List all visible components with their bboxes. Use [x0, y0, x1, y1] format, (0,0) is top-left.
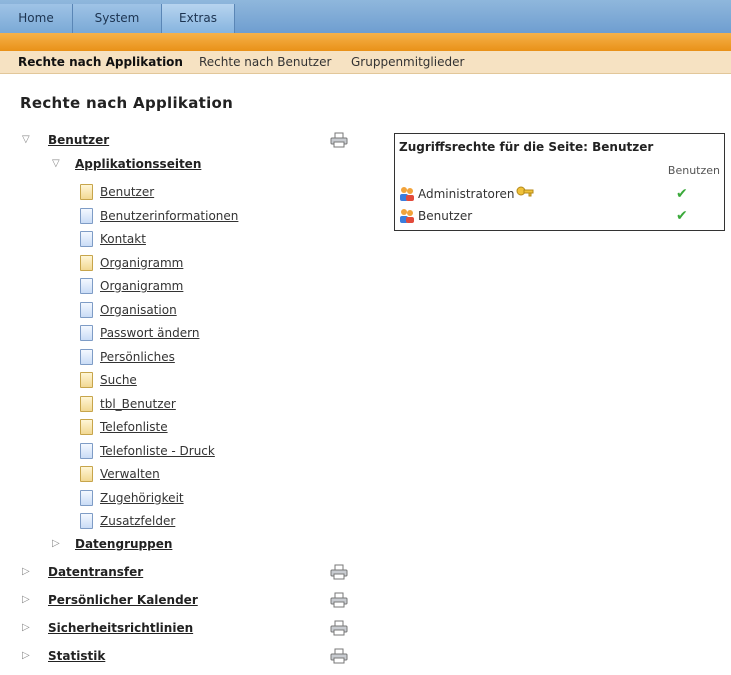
printer-icon[interactable] — [330, 648, 348, 664]
page-link[interactable]: Passwort ändern — [100, 323, 199, 343]
page-title: Rechte nach Applikation — [20, 94, 234, 112]
top-navigation: Home System Extras — [0, 0, 731, 33]
tree-node-label[interactable]: Applikationsseiten — [75, 154, 201, 174]
page-link[interactable]: Organigramm — [100, 276, 183, 296]
tree-node-label[interactable]: Benutzer — [48, 130, 109, 150]
triangle-right-icon[interactable]: ▷ — [52, 534, 64, 554]
page-list-item[interactable]: Benutzer — [80, 182, 340, 202]
page-list-item[interactable]: Telefonliste — [80, 417, 340, 437]
tab-extras[interactable]: Extras — [162, 4, 235, 33]
tree-node-label[interactable]: Sicherheitsrichtlinien — [48, 618, 193, 638]
tree-node-datengruppen[interactable]: ▷ Datengruppen — [52, 534, 352, 554]
triangle-down-icon[interactable]: ▽ — [22, 130, 34, 150]
page-icon — [80, 513, 93, 529]
page-link[interactable]: Telefonliste - Druck — [100, 441, 215, 461]
tree-node-applikationsseiten[interactable]: ▽ Applikationsseiten — [52, 154, 352, 174]
page-link[interactable]: Persönliches — [100, 347, 175, 367]
tree-node-benutzer[interactable]: ▽ Benutzer — [22, 130, 352, 150]
page-list-item[interactable]: Zugehörigkeit — [80, 488, 340, 508]
subnav-rechte-nach-benutzer[interactable]: Rechte nach Benutzer — [199, 51, 331, 73]
triangle-right-icon[interactable]: ▷ — [22, 590, 34, 610]
page-link[interactable]: Zusatzfelder — [100, 511, 175, 531]
page-list-item[interactable]: Organigramm — [80, 253, 340, 273]
page-list-item[interactable]: Organisation — [80, 300, 340, 320]
sub-navigation: Rechte nach Applikation Rechte nach Benu… — [0, 51, 731, 74]
printer-icon[interactable] — [330, 620, 348, 636]
tree-node-label[interactable]: Datengruppen — [75, 534, 172, 554]
page-list-item[interactable]: tbl_Benutzer — [80, 394, 340, 414]
tree-node-root[interactable]: ▷ Persönlicher Kalender — [22, 590, 352, 610]
page-link[interactable]: Benutzer — [100, 182, 154, 202]
subnav-rechte-nach-applikation[interactable]: Rechte nach Applikation — [18, 51, 183, 73]
page-icon — [80, 419, 93, 435]
permission-row: Administratoren ✔ — [399, 184, 719, 204]
page-icon — [80, 466, 93, 482]
tree-node-root[interactable]: ▷ Statistik — [22, 646, 352, 666]
page-list-item[interactable]: Telefonliste - Druck — [80, 441, 340, 461]
group-name: Benutzer — [418, 209, 473, 223]
page-list-item[interactable]: Kontakt — [80, 229, 340, 249]
page-link[interactable]: Kontakt — [100, 229, 146, 249]
triangle-right-icon[interactable]: ▷ — [22, 562, 34, 582]
column-header-benutzen: Benutzen — [667, 164, 720, 177]
printer-icon[interactable] — [330, 564, 348, 580]
page-icon — [80, 442, 93, 459]
permissions-title: Zugriffsrechte für die Seite: Benutzer — [399, 140, 654, 154]
printer-icon[interactable] — [330, 592, 348, 608]
page-icon — [80, 207, 93, 224]
page-icon — [80, 372, 93, 388]
page-list-item[interactable]: Persönliches — [80, 347, 340, 367]
user-group-icon — [400, 187, 414, 201]
page-link[interactable]: Benutzerinformationen — [100, 206, 238, 226]
page-icon — [80, 348, 93, 365]
page-link[interactable]: Organigramm — [100, 253, 183, 273]
tree-node-root[interactable]: ▷ Sicherheitsrichtlinien — [22, 618, 352, 638]
subnav-gruppenmitglieder[interactable]: Gruppenmitglieder — [351, 51, 464, 73]
tree-node-label[interactable]: Statistik — [48, 646, 105, 666]
user-group-icon — [400, 209, 414, 223]
tree-node-root[interactable]: ▷ Datentransfer — [22, 562, 352, 582]
page-link[interactable]: tbl_Benutzer — [100, 394, 176, 414]
page-icon — [80, 231, 93, 247]
page-icon — [80, 184, 93, 200]
page-link[interactable]: Telefonliste — [100, 417, 168, 437]
page-icon — [80, 489, 93, 506]
page-link[interactable]: Verwalten — [100, 464, 160, 484]
key-icon — [516, 186, 534, 197]
page-link[interactable]: Suche — [100, 370, 137, 390]
page-icon — [80, 325, 93, 341]
permissions-panel: Zugriffsrechte für die Seite: Benutzer B… — [394, 133, 725, 231]
page-list-item[interactable]: Organigramm — [80, 276, 340, 296]
page-icon — [80, 254, 93, 271]
page-link[interactable]: Organisation — [100, 300, 177, 320]
page-list-item[interactable]: Suche — [80, 370, 340, 390]
page-list-item[interactable]: Benutzerinformationen — [80, 206, 340, 226]
tab-system[interactable]: System — [73, 4, 162, 33]
page-list-item[interactable]: Verwalten — [80, 464, 340, 484]
group-name: Administratoren — [418, 187, 515, 201]
permission-row: Benutzer ✔ — [399, 206, 719, 226]
triangle-down-icon[interactable]: ▽ — [52, 154, 64, 174]
tree-node-label[interactable]: Datentransfer — [48, 562, 143, 582]
tab-home[interactable]: Home — [0, 4, 73, 33]
tree-node-label[interactable]: Persönlicher Kalender — [48, 590, 198, 610]
check-icon[interactable]: ✔ — [676, 184, 688, 204]
triangle-right-icon[interactable]: ▷ — [22, 618, 34, 638]
page-icon — [80, 301, 93, 318]
page-icon — [80, 395, 93, 412]
page-link[interactable]: Zugehörigkeit — [100, 488, 184, 508]
page-icon — [80, 278, 93, 294]
accent-bar — [0, 33, 731, 51]
page-list-item[interactable]: Passwort ändern — [80, 323, 340, 343]
triangle-right-icon[interactable]: ▷ — [22, 646, 34, 666]
page-list-item[interactable]: Zusatzfelder — [80, 511, 340, 531]
check-icon[interactable]: ✔ — [676, 206, 688, 226]
printer-icon[interactable] — [330, 132, 348, 148]
